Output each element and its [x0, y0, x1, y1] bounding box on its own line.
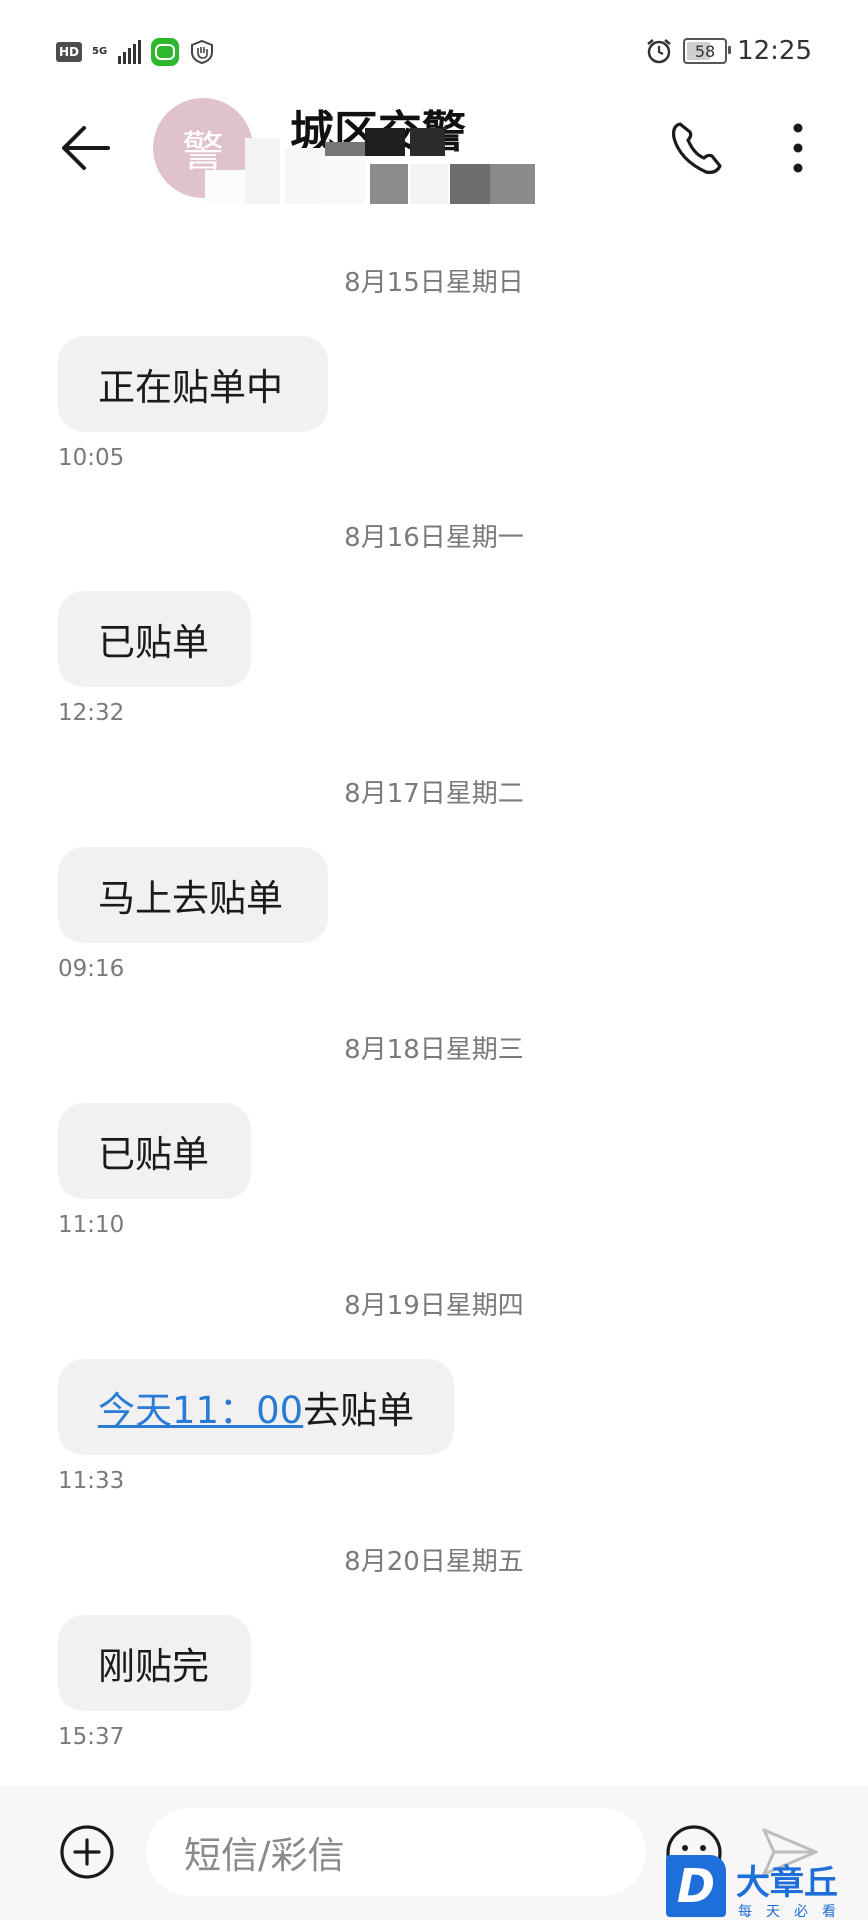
message-bubble[interactable]: 今天11：00 去贴单 [58, 1359, 454, 1455]
message-bubble[interactable]: 正在贴单中 [58, 336, 328, 432]
status-right-icons: 58 12:25 [645, 36, 812, 66]
message-time: 11:10 [58, 1212, 125, 1238]
alarm-icon [647, 39, 671, 64]
date-separator: 8月20日星期五 [344, 1547, 524, 1577]
watermark-d-icon: D [666, 1855, 726, 1917]
phone-call-icon[interactable] [666, 118, 726, 178]
battery-level: 58 [694, 41, 716, 61]
message-text: 去贴单 [303, 1389, 415, 1432]
message-time: 15:37 [58, 1724, 125, 1750]
message-bubble[interactable]: 已贴单 [58, 591, 251, 687]
hd-icon: HD [56, 42, 82, 62]
battery-icon: 58 [683, 38, 732, 64]
message-bubble[interactable]: 刚贴完 [58, 1615, 251, 1711]
redacted-number [205, 128, 535, 204]
date-separator: 8月17日星期二 [344, 779, 524, 809]
hand-shield-icon [191, 39, 213, 65]
add-attachment-icon[interactable] [58, 1823, 116, 1881]
watermark-logo: D 大章丘 每天必看 [666, 1855, 868, 1920]
network-type: 5G [92, 46, 108, 57]
back-arrow-icon[interactable] [56, 118, 116, 178]
date-separator: 8月15日星期日 [344, 268, 524, 298]
message-time: 12:32 [58, 700, 125, 726]
watermark-title: 大章丘 [736, 1863, 838, 1903]
time-link[interactable]: 今天11：00 [98, 1380, 303, 1434]
message-bubble[interactable]: 马上去贴单 [58, 847, 328, 943]
status-bar: HD 5G 58 12:25 [0, 0, 868, 105]
watermark-subtitle: 每天必看 [738, 1904, 850, 1920]
date-separator: 8月16日星期一 [344, 523, 524, 553]
more-options-icon[interactable] [778, 118, 818, 178]
date-separator: 8月18日星期三 [344, 1035, 524, 1065]
status-left-icons: HD 5G [56, 38, 215, 66]
message-input[interactable]: 短信/彩信 [146, 1808, 646, 1896]
clock: 12:25 [737, 36, 812, 66]
message-bubble[interactable]: 已贴单 [58, 1103, 251, 1199]
message-time: 09:16 [58, 956, 125, 982]
messaging-app-icon [151, 38, 179, 66]
message-time: 10:05 [58, 445, 125, 471]
date-separator: 8月19日星期四 [344, 1291, 524, 1321]
message-time: 11:33 [58, 1468, 125, 1494]
signal-icon [118, 40, 141, 64]
